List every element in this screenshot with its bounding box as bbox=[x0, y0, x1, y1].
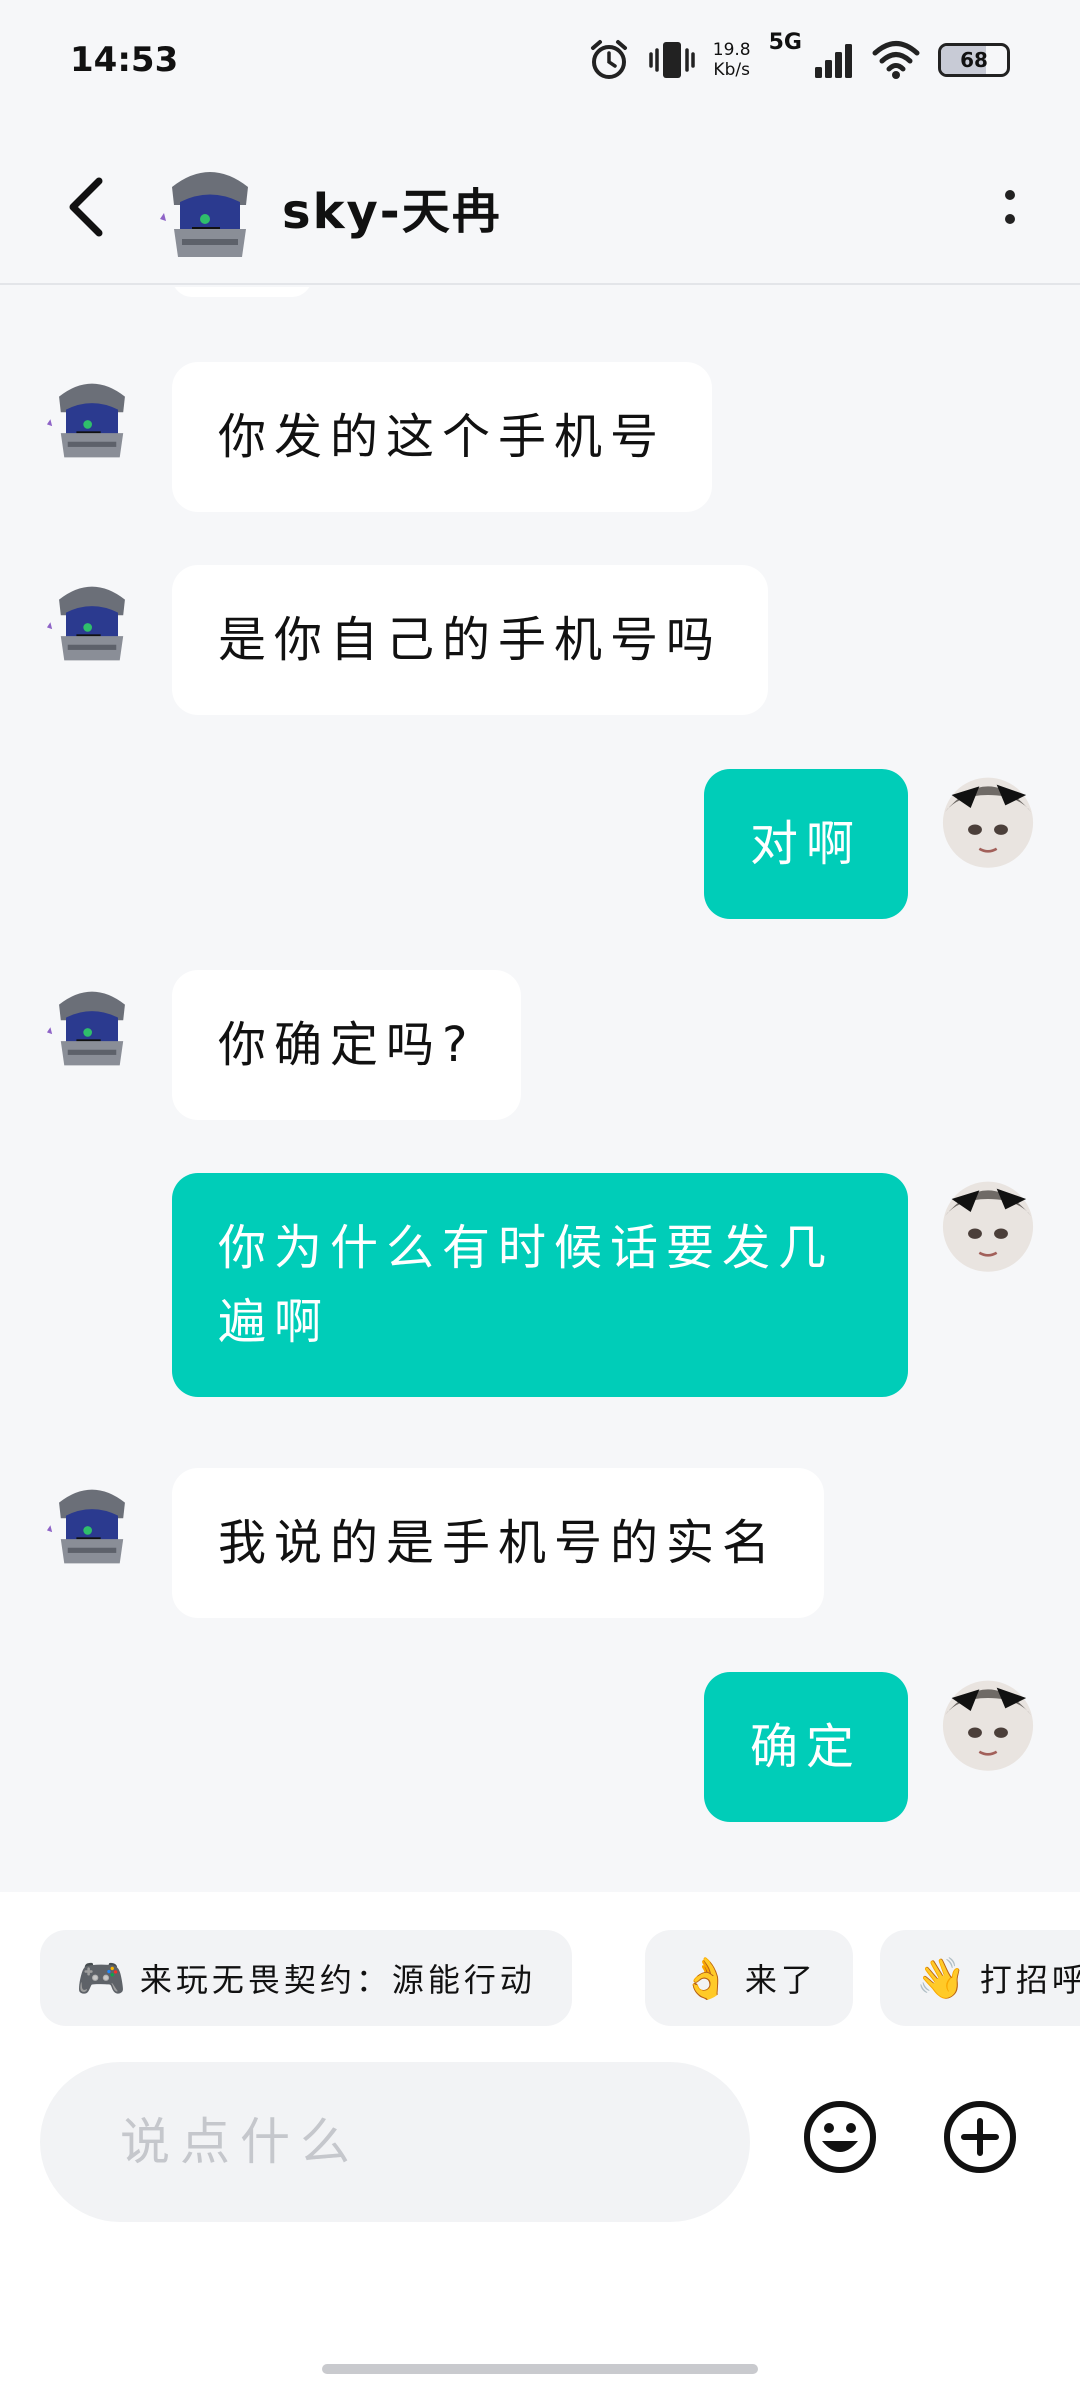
chat-header: sky-天冉 bbox=[0, 130, 1080, 285]
battery-level: 68 bbox=[960, 48, 988, 72]
chevron-left-icon bbox=[69, 177, 103, 236]
message-bubble[interactable]: 你发的这个手机号 bbox=[172, 362, 713, 512]
contact-avatar[interactable] bbox=[40, 565, 144, 669]
user-avatar[interactable] bbox=[936, 769, 1040, 873]
contact-name: sky-天冉 bbox=[282, 183, 502, 240]
message-received: 你发的这个手机号 bbox=[40, 362, 713, 512]
status-time: 14:53 bbox=[70, 40, 179, 80]
waving-hand-icon: 👋 bbox=[916, 1955, 966, 2002]
message-bubble[interactable]: 你确定吗? bbox=[172, 970, 522, 1120]
more-vertical-icon bbox=[1005, 189, 1015, 200]
message-received: 是你自己的手机号吗 bbox=[40, 565, 769, 715]
contact-avatar[interactable] bbox=[40, 1468, 144, 1572]
chat-screen: 14:53 19.8 Kb/s 5G 68 sky-天冉 你发的这个手机号 是你… bbox=[0, 0, 1080, 2388]
network-speed-value: 19.8 bbox=[712, 40, 751, 60]
message-bubble[interactable]: 对啊 bbox=[703, 769, 908, 919]
message-bubble[interactable]: 是你自己的手机号吗 bbox=[172, 565, 769, 715]
message-input[interactable] bbox=[120, 2113, 680, 2171]
message-sent: 确定 bbox=[703, 1672, 1040, 1822]
plus-circle-icon[interactable] bbox=[940, 2097, 1020, 2177]
network-speed-unit: Kb/s bbox=[713, 60, 750, 80]
message-list[interactable]: 你发的这个手机号 是你自己的手机号吗 对啊 你确定吗? 你为什么有时候话要发几遍… bbox=[0, 287, 1080, 1892]
status-bar: 14:53 19.8 Kb/s 5G 68 bbox=[0, 0, 1080, 120]
quick-reply-label: 来了 bbox=[744, 1961, 817, 1999]
gamepad-icon: 🎮 bbox=[76, 1955, 126, 2002]
composer bbox=[0, 2042, 1080, 2388]
quick-reply-chip[interactable]: 🎮 来玩无畏契约：源能行动 bbox=[40, 1930, 572, 2026]
home-indicator[interactable] bbox=[322, 2364, 758, 2374]
wifi-icon bbox=[872, 41, 920, 79]
message-bubble[interactable]: 我说的是手机号的实名 bbox=[172, 1468, 825, 1618]
quick-reply-label: 来玩无畏契约：源能行动 bbox=[139, 1961, 536, 1999]
vibrate-icon bbox=[649, 42, 695, 78]
alarm-icon bbox=[590, 40, 627, 79]
more-vertical-icon-dot bbox=[1005, 213, 1015, 224]
quick-reply-chip[interactable]: 👋 打招呼 bbox=[880, 1930, 1080, 2026]
contact-avatar[interactable] bbox=[40, 362, 144, 466]
quick-reply-bar[interactable]: 🎮 来玩无畏契约：源能行动 👌 来了 👋 打招呼 bbox=[0, 1892, 1080, 2042]
message-bubble-partial bbox=[172, 287, 312, 297]
network-speed: 19.8 Kb/s bbox=[713, 40, 751, 80]
contact-avatar[interactable] bbox=[150, 147, 270, 267]
quick-reply-chip[interactable]: 👌 来了 bbox=[645, 1930, 853, 2026]
ok-hand-icon: 👌 bbox=[681, 1955, 731, 2002]
signal-icon bbox=[815, 44, 852, 78]
status-icons: 19.8 Kb/s 5G 68 bbox=[587, 30, 1010, 82]
message-bubble[interactable]: 你为什么有时候话要发几遍啊 bbox=[172, 1173, 908, 1397]
battery-icon: 68 bbox=[938, 43, 1010, 77]
network-type: 5G bbox=[768, 30, 802, 55]
more-options-button[interactable] bbox=[980, 167, 1040, 247]
message-input-box[interactable] bbox=[40, 2062, 750, 2222]
quick-reply-label: 打招呼 bbox=[979, 1961, 1080, 1999]
message-received: 你确定吗? bbox=[40, 970, 522, 1120]
message-sent: 对啊 bbox=[703, 769, 1040, 919]
user-avatar[interactable] bbox=[936, 1672, 1040, 1776]
user-avatar[interactable] bbox=[936, 1173, 1040, 1277]
message-received: 我说的是手机号的实名 bbox=[40, 1468, 825, 1618]
back-button[interactable] bbox=[50, 172, 120, 242]
smiley-icon[interactable] bbox=[800, 2097, 880, 2177]
message-bubble[interactable]: 确定 bbox=[703, 1672, 908, 1822]
message-sent: 你为什么有时候话要发几遍啊 bbox=[172, 1173, 1040, 1397]
contact-avatar[interactable] bbox=[40, 970, 144, 1074]
